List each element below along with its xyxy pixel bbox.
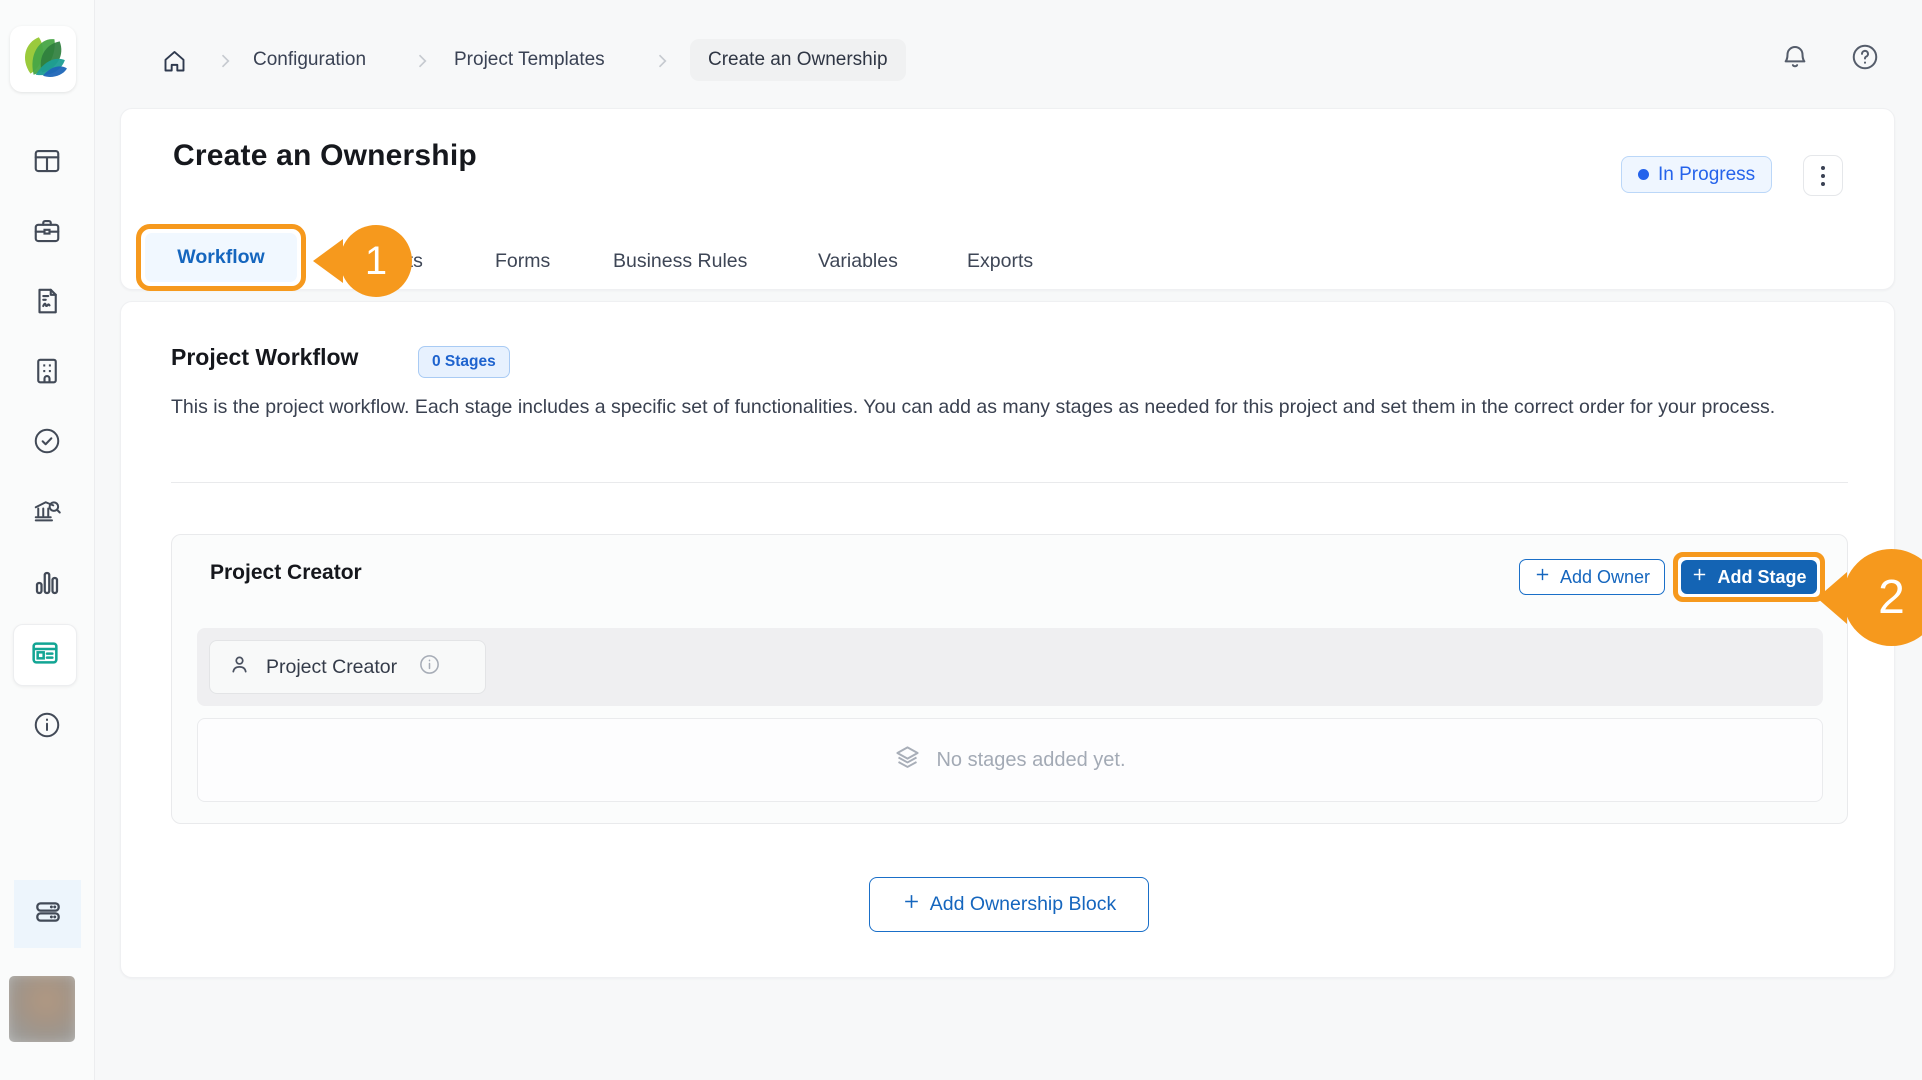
app-logo[interactable] (10, 26, 76, 92)
empty-stages-state: No stages added yet. (197, 718, 1823, 802)
briefcase-icon (32, 216, 62, 251)
chevron-right-icon (215, 51, 235, 76)
chevron-right-icon (412, 51, 432, 76)
annotation-step-2-number: 2 (1878, 570, 1905, 625)
workflow-heading: Project Workflow (171, 344, 358, 371)
document-icon (32, 286, 62, 321)
template-card-icon (29, 637, 61, 674)
dashboard-icon (32, 146, 62, 181)
owner-bar: Project Creator (197, 628, 1823, 706)
sidebar-item-projects[interactable] (30, 216, 64, 250)
more-actions-button[interactable] (1803, 155, 1843, 196)
owner-chip[interactable]: Project Creator (209, 640, 486, 694)
workflow-description: This is the project workflow. Each stage… (171, 392, 1831, 423)
status-dot-icon (1638, 169, 1649, 180)
ownership-block: Project Creator Add Owner Project Creato… (171, 534, 1848, 824)
plus-icon (1534, 566, 1551, 588)
check-circle-icon (32, 426, 62, 461)
help-button[interactable] (1848, 42, 1882, 76)
sidebar-item-info[interactable] (30, 710, 64, 744)
chevron-right-icon (652, 51, 672, 76)
breadcrumb-configuration[interactable]: Configuration (253, 49, 366, 71)
building-icon (32, 356, 62, 391)
tab-variables[interactable]: Variables (818, 250, 898, 273)
ownership-block-title: Project Creator (210, 561, 362, 585)
kebab-icon (1821, 166, 1825, 170)
add-owner-button[interactable]: Add Owner (1519, 559, 1665, 595)
empty-stages-label: No stages added yet. (936, 749, 1125, 772)
leaf-logo-icon (18, 32, 68, 87)
server-stack-icon (32, 896, 64, 933)
person-icon (228, 653, 251, 681)
project-workflow-card: Project Workflow 0 Stages This is the pr… (120, 301, 1895, 978)
add-ownership-block-button[interactable]: Add Ownership Block (869, 877, 1149, 932)
status-badge-label: In Progress (1658, 164, 1755, 186)
add-stage-button[interactable]: Add Stage (1681, 560, 1817, 594)
bell-icon (1780, 42, 1810, 77)
info-icon[interactable] (418, 653, 441, 681)
avatar-image (9, 976, 75, 1042)
divider (171, 482, 1848, 483)
annotation-step-1-number: 1 (365, 239, 387, 284)
app-screen: Configuration Project Templates Create a… (0, 0, 1922, 1080)
annotation-highlight-workflow-tab: Workflow (136, 224, 306, 291)
stage-count-badge: 0 Stages (418, 346, 510, 378)
notifications-button[interactable] (1778, 42, 1812, 76)
tab-exports[interactable]: Exports (967, 250, 1033, 273)
bank-search-icon (32, 496, 62, 531)
sidebar-item-reports[interactable] (30, 568, 64, 602)
owner-chip-label: Project Creator (266, 656, 397, 679)
tab-forms[interactable]: Forms (495, 250, 550, 273)
sidebar-item-institutions[interactable] (30, 496, 64, 530)
user-avatar[interactable] (9, 976, 75, 1042)
add-ownership-block-label: Add Ownership Block (930, 893, 1116, 916)
annotation-highlight-add-stage: Add Stage (1673, 552, 1825, 602)
add-stage-label: Add Stage (1717, 567, 1806, 588)
sidebar-item-data-sources[interactable] (14, 880, 81, 948)
tab-workflow-active[interactable]: Workflow (145, 233, 297, 282)
question-circle-icon (1850, 42, 1880, 77)
home-icon[interactable] (157, 44, 191, 78)
page-title: Create an Ownership (173, 139, 477, 173)
layers-icon (894, 744, 921, 776)
sidebar-item-approvals[interactable] (30, 426, 64, 460)
info-circle-icon (32, 710, 62, 745)
status-badge: In Progress (1621, 156, 1772, 193)
breadcrumb-project-templates[interactable]: Project Templates (454, 49, 605, 71)
sidebar-item-organizations[interactable] (30, 356, 64, 390)
breadcrumb-current-page: Create an Ownership (690, 39, 906, 81)
sidebar-item-documents[interactable] (30, 286, 64, 320)
plus-icon (902, 892, 921, 917)
plus-icon (1691, 566, 1708, 588)
bar-chart-icon (32, 568, 62, 603)
sidebar-item-templates-selected[interactable] (13, 624, 77, 686)
sidebar-item-dashboard[interactable] (30, 146, 64, 180)
tab-business-rules[interactable]: Business Rules (613, 250, 747, 273)
annotation-step-1-balloon: 1 (340, 225, 412, 297)
add-owner-label: Add Owner (1560, 567, 1650, 588)
sidebar (0, 0, 95, 1080)
